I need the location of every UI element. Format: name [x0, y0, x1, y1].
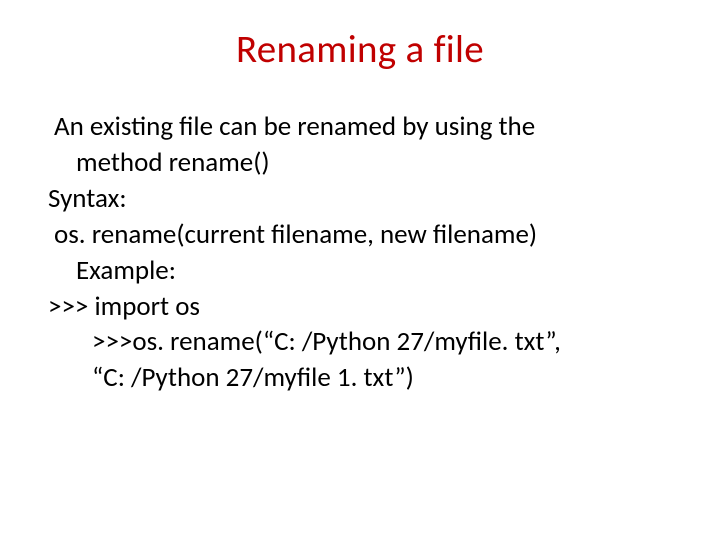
body-line: method rename() — [48, 145, 672, 181]
body-line: >>> import os — [48, 289, 672, 325]
slide-body: An existing file can be renamed by using… — [48, 109, 672, 396]
body-line: “C: /Python 27/myfile 1. txt”) — [48, 360, 672, 396]
body-line: An existing file can be renamed by using… — [48, 109, 672, 145]
body-line: Example: — [48, 253, 672, 289]
body-line: >>>os. rename(“C: /Python 27/myfile. txt… — [48, 324, 672, 360]
slide-container: Renaming a file An existing file can be … — [0, 0, 720, 540]
body-line: Syntax: — [48, 181, 672, 217]
slide-title: Renaming a file — [48, 26, 672, 73]
body-line: os. rename(current filename, new filenam… — [48, 217, 672, 253]
